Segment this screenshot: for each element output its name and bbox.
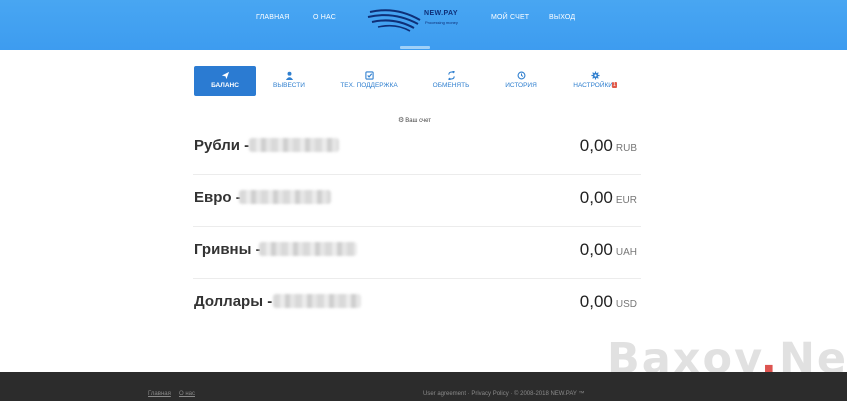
- balance-amount: 0,00 UAH: [579, 240, 637, 259]
- tab-withdraw[interactable]: ВЫВЕСТИ: [258, 66, 320, 96]
- tab-label: ОБМЕНЯТЬ: [432, 82, 470, 89]
- gear-icon: [562, 71, 628, 80]
- nav-about-link[interactable]: О НАС: [313, 14, 336, 21]
- currency-label: Гривны -: [194, 241, 261, 258]
- exchange-icon: [420, 70, 482, 81]
- user-icon: [258, 71, 320, 80]
- balance-row-rub: Рубли - 0,00 RUB: [193, 122, 641, 175]
- send-icon: [194, 71, 256, 80]
- footer-home-link[interactable]: Главная: [148, 391, 171, 397]
- tab-label: ИСТОРИЯ: [505, 82, 537, 89]
- redacted-account-number: [273, 294, 361, 308]
- tab-support[interactable]: ТЕХ. ПОДДЕРЖКА: [333, 66, 405, 96]
- balance-row-usd: Доллары - 0,00 USD: [193, 278, 641, 330]
- redacted-account-number: [259, 242, 357, 256]
- tab-exchange[interactable]: ОБМЕНЯТЬ: [420, 66, 482, 96]
- footer: Главная О нас User agreement · Privacy P…: [0, 372, 847, 401]
- tab-history[interactable]: ИСТОРИЯ: [490, 66, 552, 96]
- tab-label: НАСТРОЙКИ: [573, 82, 613, 89]
- balance-amount: 0,00 EUR: [579, 188, 637, 207]
- footer-legal-text: User agreement · Privacy Policy · © 2008…: [423, 391, 585, 397]
- clock-icon: [490, 71, 552, 80]
- tab-label: ТЕХ. ПОДДЕРЖКА: [340, 82, 398, 89]
- logo-swoosh-icon: [367, 9, 421, 32]
- tab-settings[interactable]: НАСТРОЙКИ1: [562, 66, 628, 96]
- top-navigation-bar: ГЛАВНАЯ О НАС МОЙ СЧЕТ ВЫХОД NEW.PAY Pro…: [0, 0, 847, 50]
- currency-label: Доллары -: [194, 293, 273, 310]
- tab-balance[interactable]: БАЛАНС: [194, 66, 256, 96]
- redacted-account-number: [249, 138, 339, 152]
- nav-my-account-link[interactable]: МОЙ СЧЕТ: [491, 14, 529, 21]
- nav-home-link[interactable]: ГЛАВНАЯ: [256, 14, 290, 21]
- balance-row-uah: Гривны - 0,00 UAH: [193, 226, 641, 279]
- header-indicator: [400, 46, 430, 49]
- balance-row-eur: Евро - 0,00 EUR: [193, 174, 641, 227]
- check-icon: [333, 71, 405, 80]
- balance-amount: 0,00 USD: [579, 292, 637, 311]
- redacted-account-number: [239, 190, 331, 204]
- newpay-logo[interactable]: NEW.PAY Processing money: [366, 4, 474, 36]
- notification-badge: 1: [611, 82, 617, 88]
- logo-wordmark: NEW.PAY: [424, 10, 458, 17]
- currency-label: Евро -: [194, 189, 241, 206]
- footer-about-link[interactable]: О нас: [179, 391, 195, 397]
- balance-amount: 0,00 RUB: [579, 136, 637, 155]
- currency-label: Рубли -: [194, 137, 250, 154]
- tab-label: БАЛАНС: [211, 82, 239, 89]
- nav-logout-link[interactable]: ВЫХОД: [549, 14, 575, 21]
- tab-label: ВЫВЕСТИ: [273, 82, 305, 89]
- logo-tagline: Processing money: [425, 20, 458, 25]
